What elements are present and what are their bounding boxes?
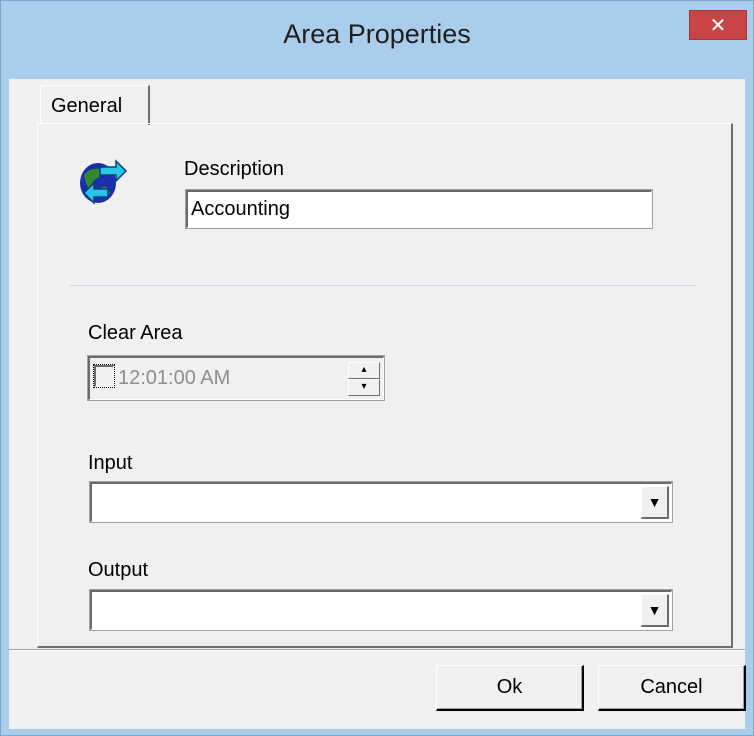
chevron-down-icon: ▼ [647, 602, 662, 618]
window-title: Area Properties [283, 19, 471, 49]
dialog-client-area: General Description Accounting Clear Are… [9, 79, 746, 729]
input-label: Input [88, 452, 133, 474]
description-label: Description [184, 158, 285, 180]
output-combobox[interactable]: ▼ [89, 589, 673, 631]
spin-up-button[interactable]: ▴ [348, 362, 380, 379]
clear-area-checkbox[interactable] [93, 364, 115, 388]
time-spin-control[interactable]: ▴ ▾ [348, 362, 380, 396]
output-label: Output [88, 559, 149, 581]
close-button[interactable]: ✕ [689, 10, 747, 40]
globe-arrows-icon [78, 153, 128, 211]
spin-down-button[interactable]: ▾ [348, 379, 380, 396]
general-tab-panel: Description Accounting Clear Area 12:01:… [37, 123, 733, 648]
ok-button[interactable]: Ok [436, 665, 584, 711]
output-dropdown-button[interactable]: ▼ [641, 594, 669, 627]
chevron-down-icon: ▼ [647, 494, 662, 510]
cancel-button[interactable]: Cancel [598, 665, 746, 711]
clear-area-time-picker[interactable]: 12:01:00 AM ▴ ▾ [87, 355, 385, 401]
clear-area-label: Clear Area [88, 322, 183, 344]
tab-general[interactable]: General [40, 85, 150, 125]
tab-general-label: General [51, 95, 123, 117]
title-bar[interactable]: Area Properties ✕ [1, 1, 753, 79]
input-dropdown-button[interactable]: ▼ [641, 486, 669, 519]
section-divider [70, 285, 696, 286]
close-icon: ✕ [709, 14, 727, 37]
description-input[interactable]: Accounting [185, 189, 653, 229]
area-properties-dialog: Area Properties ✕ General Description Ac… [0, 0, 754, 736]
clear-area-time-value: 12:01:00 AM [118, 367, 231, 389]
footer-divider-highlight [9, 650, 745, 651]
input-combobox[interactable]: ▼ [89, 481, 673, 523]
